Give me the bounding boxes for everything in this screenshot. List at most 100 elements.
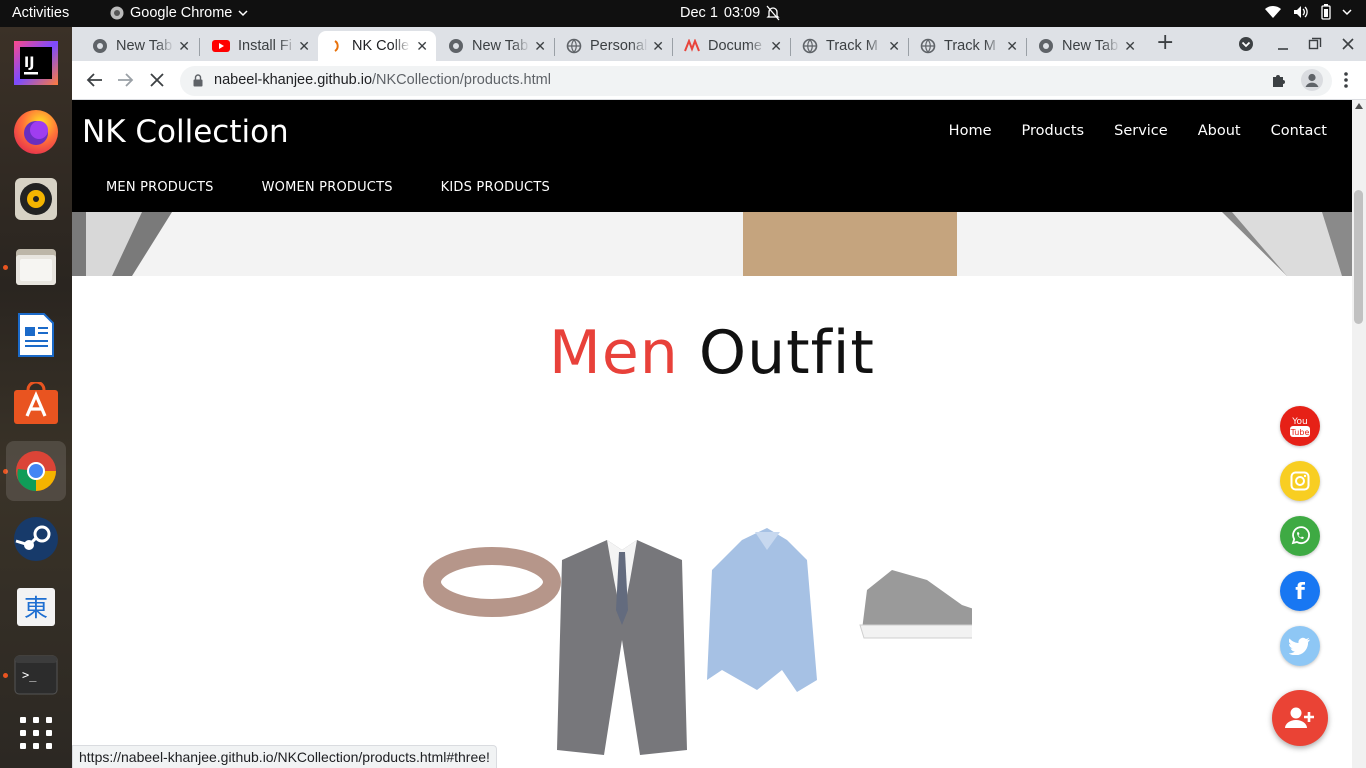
url-path: /NKCollection/products.html [372, 72, 551, 88]
globe-icon [802, 38, 818, 54]
nav-home[interactable]: Home [949, 123, 992, 139]
dock-item-firefox[interactable] [6, 101, 66, 161]
tab-title: New Tab [1062, 38, 1119, 54]
dock-item-software[interactable] [6, 373, 66, 433]
youtube-label-top: You [1291, 417, 1308, 427]
new-tab-button[interactable]: + [1156, 30, 1174, 55]
restore-icon[interactable] [1308, 37, 1322, 51]
tab-track[interactable]: Track M ✕ [790, 31, 908, 61]
clock[interactable]: Dec 1 03:09 [680, 5, 780, 21]
youtube-button[interactable]: You Tube [1280, 406, 1320, 446]
clock-time: 03:09 [723, 5, 761, 21]
volume-icon [1294, 6, 1308, 18]
browser-toolbar: nabeel-khanjee.github.io/NKCollection/pr… [72, 61, 1366, 100]
nav-about[interactable]: About [1198, 123, 1241, 139]
chrome-icon [1039, 39, 1053, 53]
dock-item-files[interactable] [6, 237, 66, 297]
instagram-button[interactable] [1280, 461, 1320, 501]
close-window-icon[interactable] [1341, 37, 1355, 51]
close-icon[interactable]: ✕ [416, 38, 428, 55]
svg-text:IJ: IJ [24, 55, 34, 71]
twitter-button[interactable] [1280, 626, 1320, 666]
tab-title: Install Fi [238, 38, 292, 54]
dock-item-writer[interactable] [6, 305, 66, 365]
tab-title: NK Colle [352, 38, 410, 54]
close-icon[interactable]: ✕ [178, 38, 190, 55]
minimize-icon[interactable] [1277, 37, 1289, 51]
close-icon[interactable]: ✕ [652, 38, 664, 55]
facebook-button[interactable]: f [1280, 571, 1320, 611]
stop-loading-icon[interactable] [150, 73, 164, 87]
writer-icon [18, 313, 54, 357]
add-user-button[interactable] [1272, 690, 1328, 746]
terminal-glyph: >_ [22, 668, 37, 682]
dock-item-rhythmbox[interactable] [6, 169, 66, 229]
page-viewport: NK Collection Home Products Service Abou… [72, 100, 1352, 768]
tab-strip: New Tab ✕ Install Fi ✕ NK Colle ✕ New Ta… [72, 27, 1366, 61]
tab-install[interactable]: Install Fi ✕ [200, 31, 318, 61]
nav-contact[interactable]: Contact [1271, 123, 1327, 139]
scroll-up-arrow-icon[interactable] [1355, 103, 1363, 109]
hero-image-strip [72, 212, 1352, 276]
scrollbar-thumb[interactable] [1354, 190, 1363, 324]
chrome-icon [110, 6, 124, 20]
address-bar[interactable]: nabeel-khanjee.github.io/NKCollection/pr… [180, 66, 1332, 96]
app-menu[interactable]: Google Chrome [110, 5, 248, 21]
loading-icon [334, 40, 339, 52]
nav-kids-products[interactable]: KIDS PRODUCTS [441, 180, 550, 195]
instagram-icon [1290, 471, 1310, 491]
app-grid-icon [20, 717, 52, 749]
app-name-label: Google Chrome [130, 5, 233, 21]
activities-button[interactable]: Activities [12, 5, 69, 21]
firefox-icon [14, 110, 58, 154]
dock-item-terminal[interactable]: >_ [6, 645, 66, 705]
chrome-icon [449, 39, 463, 53]
kebab-menu-icon[interactable] [1344, 71, 1348, 89]
site-brand[interactable]: NK Collection [82, 114, 289, 150]
dock-item-steam[interactable] [6, 509, 66, 569]
tab-new-tab[interactable]: New Tab ✕ [1026, 31, 1144, 61]
tab-personal[interactable]: Personal ✕ [554, 31, 672, 61]
tab-search-icon[interactable] [1238, 36, 1254, 52]
tab-title: New Tab [472, 38, 529, 54]
dock: IJ 東 >_ [0, 27, 72, 768]
youtube-label-bottom: Tube [1290, 428, 1310, 437]
tab-new-tab[interactable]: New Tab ✕ [80, 31, 198, 61]
page-scrollbar[interactable] [1352, 100, 1366, 768]
close-icon[interactable]: ✕ [1006, 38, 1018, 55]
system-tray[interactable] [1264, 4, 1352, 20]
url-host: nabeel-khanjee.github.io [214, 72, 373, 88]
close-icon[interactable]: ✕ [1124, 38, 1136, 55]
nav-men-products[interactable]: MEN PRODUCTS [106, 180, 214, 195]
clock-date: Dec 1 [680, 5, 718, 21]
whatsapp-button[interactable] [1280, 516, 1320, 556]
back-arrow-icon[interactable] [85, 72, 103, 88]
chrome-icon [16, 451, 56, 491]
section-title-second: Outfit [698, 318, 875, 388]
show-applications-button[interactable] [6, 703, 66, 763]
tab-title: Personal [590, 38, 648, 54]
extensions-puzzle-icon[interactable] [1271, 72, 1287, 88]
close-icon[interactable]: ✕ [888, 38, 900, 55]
input-method-glyph: 東 [24, 594, 48, 622]
forward-arrow-icon[interactable] [117, 72, 135, 88]
nav-women-products[interactable]: WOMEN PRODUCTS [262, 180, 393, 195]
youtube-icon: You Tube [1290, 417, 1310, 437]
dock-item-intellij[interactable]: IJ [6, 33, 66, 93]
nav-service[interactable]: Service [1114, 123, 1168, 139]
suit-image [557, 540, 687, 755]
tab-title: Track M [944, 38, 996, 54]
tab-new-tab[interactable]: New Tab ✕ [436, 31, 554, 61]
close-icon[interactable]: ✕ [770, 38, 782, 55]
dock-item-chrome[interactable] [6, 441, 66, 501]
men-outfit-image [423, 528, 972, 755]
tab-nk-collection[interactable]: NK Colle ✕ [318, 31, 436, 61]
close-icon[interactable]: ✕ [298, 38, 310, 55]
tab-document[interactable]: Docume ✕ [672, 31, 790, 61]
tab-track[interactable]: Track M ✕ [908, 31, 1026, 61]
close-icon[interactable]: ✕ [534, 38, 546, 55]
profile-avatar-icon[interactable] [1301, 69, 1323, 91]
category-nav: MEN PRODUCTS WOMEN PRODUCTS KIDS PRODUCT… [106, 180, 550, 195]
nav-products[interactable]: Products [1022, 123, 1085, 139]
dock-item-input-method[interactable]: 東 [6, 577, 66, 637]
